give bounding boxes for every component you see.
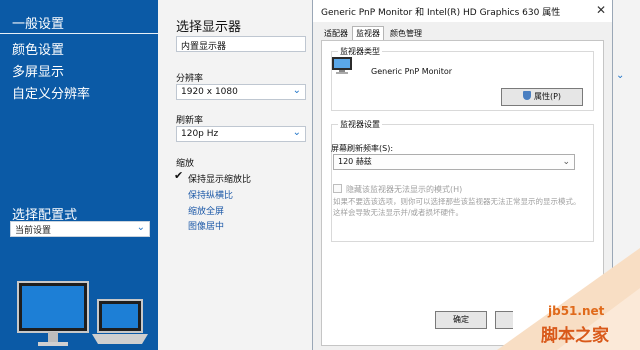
- shield-icon: [522, 91, 531, 100]
- nav-active-underline: [0, 33, 158, 34]
- watermark-site: jb51.net: [548, 304, 605, 318]
- scaling-option-full-screen[interactable]: 缩放全屏: [188, 204, 224, 217]
- checkbox-box: [333, 184, 342, 193]
- checkmark-icon: ✔: [174, 169, 184, 182]
- watermark-name: 脚本之家: [541, 326, 609, 346]
- dialog-title: Generic PnP Monitor 和 Intel(R) HD Graphi…: [321, 8, 561, 18]
- monitor-name: Generic PnP Monitor: [371, 67, 453, 76]
- properties-button-label: 属性(P): [533, 92, 562, 101]
- nav-item-general[interactable]: 一般设置: [12, 13, 64, 32]
- hide-modes-label: 隐藏该监视器无法显示的模式(H): [346, 185, 463, 194]
- display-select-value: 内置显示器: [181, 42, 227, 52]
- monitor-settings-group: 监视器设置: [331, 119, 594, 242]
- resolution-label: 分辨率: [176, 74, 204, 84]
- resolution-value: 1920 x 1080: [181, 87, 238, 97]
- screen-refresh-value: 120 赫兹: [338, 157, 372, 166]
- select-display-title: 选择显示器: [176, 20, 242, 35]
- config-profile-value: 当前设置: [15, 226, 52, 236]
- refresh-rate-select[interactable]: 120p Hz ⌄: [176, 126, 306, 142]
- hide-modes-checkbox[interactable]: 隐藏该监视器无法显示的模式(H): [333, 184, 462, 195]
- screen-refresh-label: 屏幕刷新频率(S):: [331, 144, 394, 153]
- chevron-down-icon: ⌄: [292, 85, 301, 96]
- properties-button[interactable]: 属性(P): [501, 88, 583, 106]
- dialog-titlebar[interactable]: Generic PnP Monitor 和 Intel(R) HD Graphi…: [313, 0, 612, 22]
- hide-modes-hint: 如果不要选该选项，则你可以选择那些该监视器无法正常显示的显示模式。这样会导致无法…: [333, 197, 581, 217]
- close-icon[interactable]: ✕: [596, 3, 606, 17]
- tab-color-management[interactable]: 颜色管理: [387, 27, 425, 40]
- chevron-down-icon: ⌄: [562, 157, 570, 167]
- nav-item-color[interactable]: 颜色设置: [12, 39, 64, 58]
- scaling-option-keep-aspect[interactable]: 保持纵横比: [188, 188, 233, 201]
- monitor-icon: [332, 57, 352, 74]
- screen-refresh-select[interactable]: 120 赫兹 ⌄: [333, 154, 575, 170]
- nav-item-custom-resolution[interactable]: 自定义分辨率: [12, 83, 90, 102]
- resolution-select[interactable]: 1920 x 1080 ⌄: [176, 84, 306, 100]
- left-nav-panel: 一般设置 颜色设置 多屏显示 自定义分辨率 选择配置式 当前设置 ⌄: [0, 0, 158, 350]
- chevron-down-icon: ⌄: [136, 222, 145, 233]
- chevron-down-icon: ⌄: [292, 127, 301, 138]
- monitor-settings-group-title: 监视器设置: [338, 119, 382, 130]
- display-select[interactable]: 内置显示器: [176, 36, 306, 52]
- scaling-option-keep-display[interactable]: 保持显示缩放比: [188, 172, 251, 185]
- nav-item-multi-display[interactable]: 多屏显示: [12, 61, 64, 80]
- config-profile-select[interactable]: 当前设置 ⌄: [10, 221, 150, 237]
- display-settings-panel: 选择显示器 内置显示器 分辨率 1920 x 1080 ⌄ 刷新率 120p H…: [158, 0, 312, 350]
- tab-adapter[interactable]: 适配器: [321, 27, 351, 40]
- refresh-rate-label: 刷新率: [176, 116, 204, 126]
- scaling-option-center[interactable]: 图像居中: [188, 219, 224, 232]
- monitor-laptop-illustration: [17, 281, 148, 346]
- ok-button[interactable]: 确定: [435, 311, 487, 329]
- refresh-rate-value: 120p Hz: [181, 129, 219, 139]
- scaling-label: 缩放: [176, 159, 195, 169]
- chevron-down-icon: ⌄: [616, 70, 625, 81]
